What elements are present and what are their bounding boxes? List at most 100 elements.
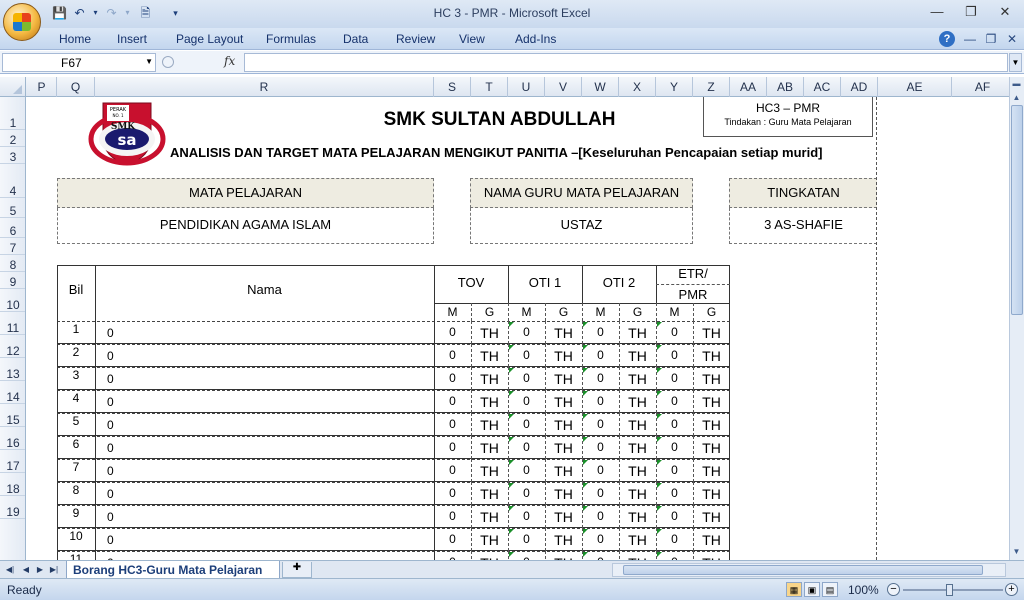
- column-header-s[interactable]: S: [434, 77, 471, 97]
- tab-formulas[interactable]: Formulas: [266, 32, 316, 46]
- row-value: 0: [671, 371, 678, 385]
- column-header-aa[interactable]: AA: [730, 77, 767, 97]
- error-indicator-icon: [657, 529, 662, 534]
- tab-home[interactable]: Home: [59, 32, 91, 46]
- column-header-y[interactable]: Y: [656, 77, 693, 97]
- column-header-ae[interactable]: AE: [878, 77, 952, 97]
- column-header-v[interactable]: V: [545, 77, 582, 97]
- title-bar: 💾 ↶ ▾ ↷ ▾ 🗎 ▾ HC 3 - PMR - Microsoft Exc…: [0, 0, 1024, 28]
- row-value: TH: [480, 532, 499, 548]
- row-header-7[interactable]: 7: [0, 238, 25, 255]
- row-header-5[interactable]: 5: [0, 198, 25, 218]
- row-header-11[interactable]: 11: [0, 312, 25, 335]
- row-value: 0: [523, 463, 530, 477]
- expand-formula-bar-icon[interactable]: ▼: [1009, 53, 1022, 72]
- cell-divider: [95, 344, 96, 367]
- horizontal-scrollbar[interactable]: [612, 563, 1006, 577]
- ribbon-restore-icon[interactable]: ❐: [983, 31, 999, 47]
- insert-sheet-icon[interactable]: ✚: [282, 562, 312, 578]
- close-button[interactable]: ✕: [990, 3, 1020, 21]
- normal-view-icon[interactable]: ▦: [786, 582, 802, 597]
- insert-function-icon[interactable]: fx: [224, 54, 235, 68]
- column-header-r[interactable]: R: [95, 77, 434, 97]
- row-value: TH: [702, 532, 721, 548]
- minimize-button[interactable]: —: [922, 3, 952, 21]
- zoom-in-icon[interactable]: +: [1005, 583, 1018, 596]
- row-value: 0: [523, 371, 530, 385]
- row-value: 0: [671, 325, 678, 339]
- row-header-19[interactable]: 19: [0, 496, 25, 519]
- vertical-scrollbar[interactable]: ▬ ▲ ▼: [1009, 77, 1024, 560]
- column-header-x[interactable]: X: [619, 77, 656, 97]
- row-header-13[interactable]: 13: [0, 358, 25, 381]
- row-header-18[interactable]: 18: [0, 473, 25, 496]
- prev-sheet-icon[interactable]: ◀: [20, 563, 32, 576]
- row-header-8[interactable]: 8: [0, 255, 25, 272]
- column-header-ad[interactable]: AD: [841, 77, 878, 97]
- column-header-u[interactable]: U: [508, 77, 545, 97]
- error-indicator-icon: [657, 391, 662, 396]
- row-header-16[interactable]: 16: [0, 427, 25, 450]
- row-header-14[interactable]: 14: [0, 381, 25, 404]
- column-header-q[interactable]: Q: [57, 77, 95, 97]
- row-header-9[interactable]: 9: [0, 272, 25, 289]
- formula-tools: fx: [160, 53, 242, 72]
- header-divider: [619, 303, 620, 321]
- expand-formula-icon[interactable]: [162, 56, 174, 68]
- row-value: TH: [480, 486, 499, 502]
- zoom-level[interactable]: 100%: [848, 583, 879, 597]
- next-sheet-icon[interactable]: ▶: [34, 563, 46, 576]
- zoom-out-icon[interactable]: −: [887, 583, 900, 596]
- report-subtitle: ANALISIS DAN TARGET MATA PELAJARAN MENGI…: [170, 145, 823, 160]
- horizontal-scroll-thumb[interactable]: [623, 565, 983, 575]
- sheet-tab-borang[interactable]: Borang HC3-Guru Mata Pelajaran: [66, 561, 280, 579]
- zoom-slider[interactable]: [903, 589, 1003, 591]
- help-icon[interactable]: ?: [939, 31, 955, 47]
- column-header-ac[interactable]: AC: [804, 77, 841, 97]
- column-header-t[interactable]: T: [471, 77, 508, 97]
- column-header-ab[interactable]: AB: [767, 77, 804, 97]
- tab-data[interactable]: Data: [343, 32, 368, 46]
- row-header-2[interactable]: 2: [0, 130, 25, 147]
- column-header-z[interactable]: Z: [693, 77, 730, 97]
- row-header-12[interactable]: 12: [0, 335, 25, 358]
- row-value: TH: [702, 509, 721, 525]
- page-layout-view-icon[interactable]: ▣: [804, 582, 820, 597]
- tab-page-layout[interactable]: Page Layout: [176, 32, 243, 46]
- row-header-15[interactable]: 15: [0, 404, 25, 427]
- ribbon-close-icon[interactable]: ✕: [1004, 31, 1020, 47]
- split-handle-icon[interactable]: ▬: [1010, 77, 1023, 90]
- row-bil: 10: [69, 529, 83, 543]
- zoom-slider-thumb[interactable]: [946, 584, 953, 596]
- scroll-up-icon[interactable]: ▲: [1010, 91, 1023, 104]
- row-header-1[interactable]: 1: [0, 97, 25, 130]
- tab-insert[interactable]: Insert: [117, 32, 147, 46]
- worksheet-grid[interactable]: PERAK NO. 1 SMK sa SMK SULTAN ABDULLAH A…: [27, 97, 1009, 560]
- column-header-p[interactable]: P: [27, 77, 57, 97]
- column-header-w[interactable]: W: [582, 77, 619, 97]
- column-header-af[interactable]: AF: [952, 77, 1014, 97]
- tab-review[interactable]: Review: [396, 32, 435, 46]
- page-break-view-icon[interactable]: ▤: [822, 582, 838, 597]
- row-header-10[interactable]: 10: [0, 289, 25, 312]
- chevron-down-icon[interactable]: ▼: [145, 57, 153, 66]
- row-header-6[interactable]: 6: [0, 218, 25, 238]
- row-value: 0: [671, 394, 678, 408]
- row-value: 0: [523, 486, 530, 500]
- row-header-17[interactable]: 17: [0, 450, 25, 473]
- row-header-4[interactable]: 4: [0, 164, 25, 198]
- vertical-scroll-thumb[interactable]: [1011, 105, 1023, 315]
- row-header-3[interactable]: 3: [0, 147, 25, 164]
- last-sheet-icon[interactable]: ▶|: [48, 563, 60, 576]
- ribbon-minimize-icon[interactable]: —: [962, 31, 978, 47]
- tab-view[interactable]: View: [459, 32, 485, 46]
- restore-button[interactable]: ❐: [956, 3, 986, 21]
- tab-add-ins[interactable]: Add-Ins: [515, 32, 556, 46]
- office-button[interactable]: [3, 3, 41, 41]
- formula-input[interactable]: [244, 53, 1008, 72]
- scroll-down-icon[interactable]: ▼: [1010, 545, 1023, 558]
- first-sheet-icon[interactable]: ◀|: [4, 563, 16, 576]
- name-box[interactable]: F67 ▼: [2, 53, 156, 72]
- select-all-button[interactable]: [0, 77, 26, 97]
- row-value: TH: [480, 463, 499, 479]
